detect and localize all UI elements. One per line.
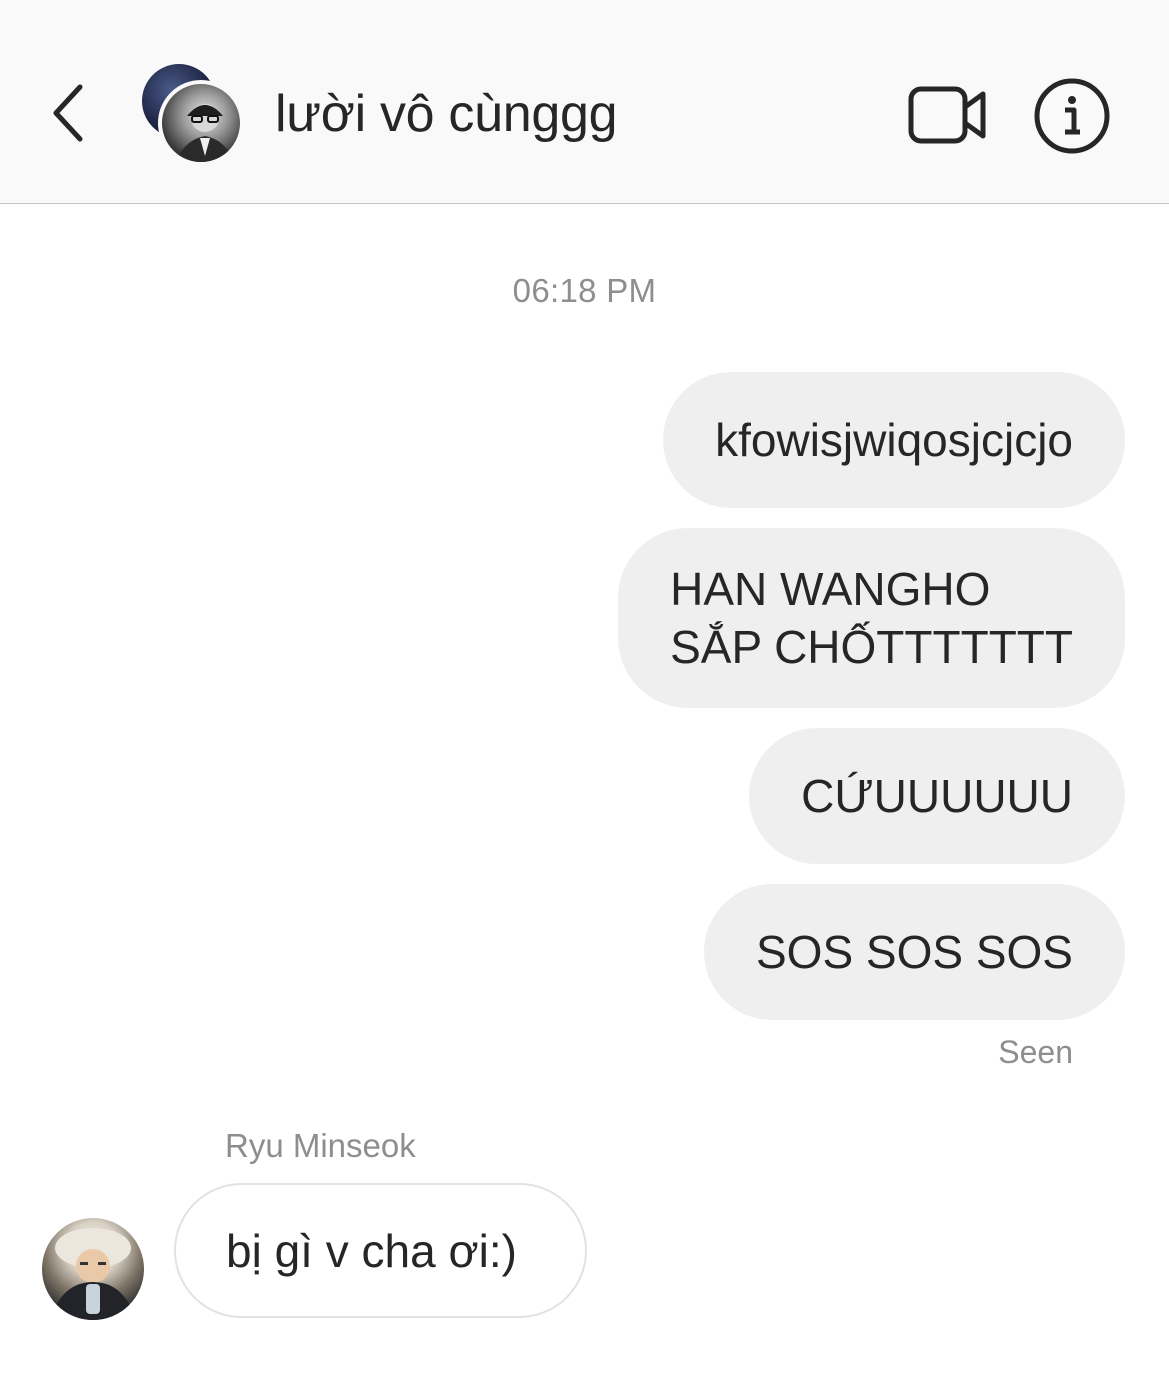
info-button[interactable] [1032,76,1112,156]
info-icon [1034,78,1110,154]
outgoing-message[interactable]: CỨUUUUUU [749,728,1125,864]
message-text-line: SẮP CHỐTTTTTTT [670,621,1073,673]
outgoing-message[interactable]: kfowisjwiqosjcjcjo [663,372,1125,508]
outgoing-message[interactable]: HAN WANGHO SẮP CHỐTTTTTTT [618,528,1125,708]
chevron-left-icon [53,84,83,142]
message-text-line: HAN WANGHO [670,563,991,615]
message-timestamp: 06:18 PM [512,272,657,309]
chat-title[interactable]: lười vô cùnggg [275,84,618,144]
back-button[interactable] [40,78,96,148]
outgoing-message[interactable]: SOS SOS SOS [704,884,1125,1020]
profile-photo-icon [50,1228,136,1320]
message-text: kfowisjwiqosjcjcjo [715,414,1073,466]
video-call-button[interactable] [906,80,990,150]
member-avatar-primary [158,80,244,166]
group-avatar[interactable] [140,62,250,172]
incoming-message[interactable]: bị gì v cha ơi:) [174,1183,587,1318]
profile-photo-icon [175,104,235,162]
message-text: bị gì v cha ơi:) [226,1224,517,1277]
chat-header: lười vô cùnggg [0,0,1169,204]
message-text: CỨUUUUUU [801,770,1073,822]
message-text-block: HAN WANGHO SẮP CHỐTTTTTTT [670,560,1073,676]
video-camera-icon [908,86,986,144]
sender-avatar[interactable] [42,1218,144,1320]
seen-status: Seen [998,1034,1073,1070]
sender-name: Ryu Minseok [225,1127,416,1164]
message-text: SOS SOS SOS [756,926,1073,978]
